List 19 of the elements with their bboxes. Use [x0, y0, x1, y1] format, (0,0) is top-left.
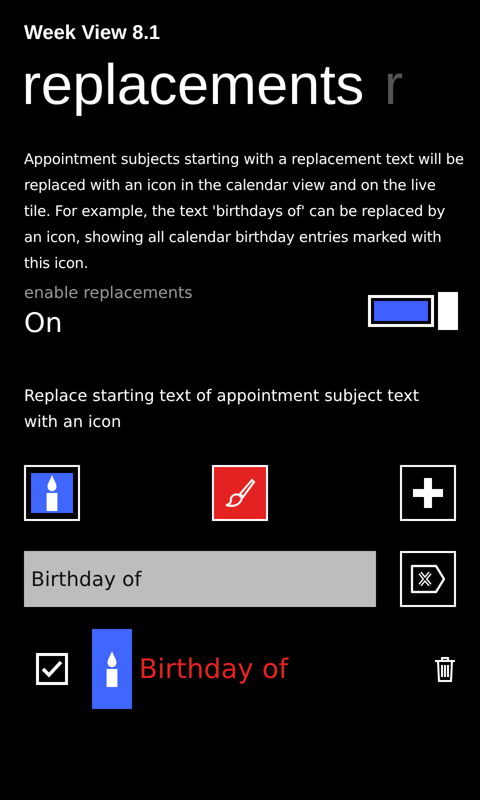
toggle-value: On	[24, 308, 62, 339]
icon-picker-button[interactable]	[24, 465, 80, 521]
color-picker-button[interactable]	[212, 465, 268, 521]
app-title: Week View 8.1	[24, 22, 160, 45]
plus-icon	[413, 478, 443, 508]
replacement-text: Birthday of	[139, 654, 290, 684]
add-button[interactable]	[400, 465, 456, 521]
instruction-text: Replace starting text of appointment subject text with an icon	[24, 385, 420, 433]
checkmark-icon	[41, 660, 63, 678]
clear-button[interactable]	[400, 551, 456, 607]
delete-button[interactable]	[434, 656, 456, 682]
checkbox[interactable]	[36, 653, 68, 685]
backspace-icon	[410, 563, 446, 595]
brush-icon	[224, 477, 256, 509]
description-text: Appointment subjects starting with a replacement text will be replaced with an icon in the calendar view and on the live tile. For example, the text 'birthdays of' can be replaced by an icon, showing all calendar birthday entries marked with this icon.	[24, 150, 465, 274]
toggle-label: enable replacements	[24, 283, 193, 302]
pivot-header[interactable]: replacements	[22, 47, 364, 123]
text-input-field[interactable]: Birthday of	[24, 551, 376, 607]
toggle-switch[interactable]	[368, 292, 458, 330]
